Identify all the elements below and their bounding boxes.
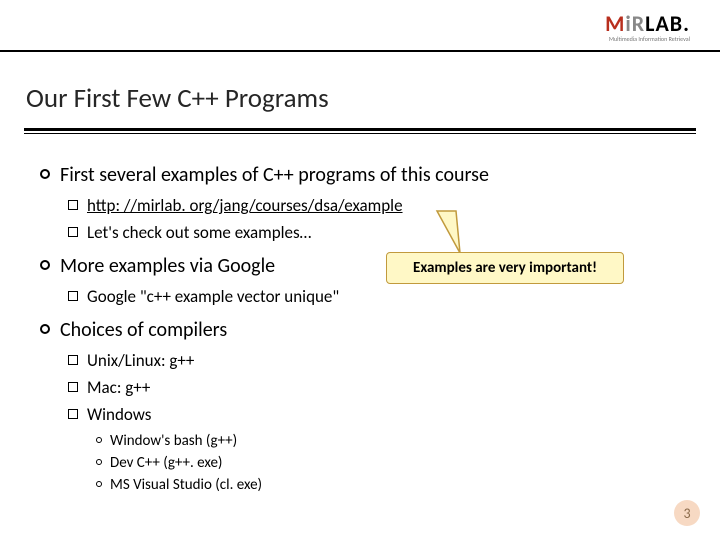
- bullet-text: Choices of compilers: [60, 317, 227, 344]
- subsub-text: Dev C++ (g++. exe): [110, 453, 223, 473]
- square-icon: [68, 409, 78, 419]
- square-icon: [68, 355, 78, 365]
- subbullet-google-query: Google "c++ example vector unique": [68, 286, 690, 309]
- subbullet-example-link: http: //mirlab. org/jang/courses/dsa/exa…: [68, 195, 690, 218]
- subsub-windows-bash: Window's bash (g++): [96, 431, 690, 451]
- example-url-link[interactable]: http: //mirlab. org/jang/courses/dsa/exa…: [87, 195, 403, 218]
- square-icon: [68, 200, 78, 210]
- bullet-icon: [40, 169, 50, 179]
- bullet-text: First several examples of C++ programs o…: [60, 162, 489, 189]
- square-icon: [68, 291, 78, 301]
- subbullet-text: Mac: g++: [87, 377, 150, 400]
- dot-icon: [96, 481, 102, 487]
- logo-subtitle: Multimedia Information Retrieval: [605, 35, 690, 43]
- bullet-first-examples: First several examples of C++ programs o…: [40, 162, 690, 189]
- subbullet-windows: Windows: [68, 404, 690, 427]
- logo-lab: LAB.: [645, 10, 690, 37]
- logo-letter-m: M: [605, 10, 625, 37]
- subbullet-text: Google "c++ example vector unique": [87, 286, 339, 309]
- mir-lab-logo: MiRLAB. Multimedia Information Retrieval: [605, 10, 690, 43]
- subsub-msvs: MS Visual Studio (cl. exe): [96, 475, 690, 495]
- subbullet-mac: Mac: g++: [68, 377, 690, 400]
- subbullet-text: Windows: [87, 404, 151, 427]
- bullet-icon: [40, 324, 50, 334]
- subbullet-text: Unix/Linux: g++: [87, 350, 194, 373]
- bullet-compilers: Choices of compilers: [40, 317, 690, 344]
- dot-icon: [96, 437, 102, 443]
- subsub-devcpp: Dev C++ (g++. exe): [96, 453, 690, 473]
- subbullet-unix: Unix/Linux: g++: [68, 350, 690, 373]
- square-icon: [68, 227, 78, 237]
- bullet-text: More examples via Google: [60, 253, 275, 280]
- callout-emphasis: Examples are very important!: [386, 252, 624, 284]
- slide-body: First several examples of C++ programs o…: [40, 162, 690, 497]
- slide-title: Our First Few C++ Programs: [26, 82, 329, 115]
- header-bar: MiRLAB. Multimedia Information Retrieval: [0, 12, 720, 52]
- title-rule-thick: [24, 128, 696, 131]
- bullet-icon: [40, 260, 50, 270]
- subbullet-check-out: Let's check out some examples…: [68, 222, 690, 245]
- page-number-badge: 3: [674, 500, 700, 526]
- subsub-text: MS Visual Studio (cl. exe): [110, 475, 262, 495]
- logo-letter-r: R: [632, 10, 645, 37]
- subbullet-text: Let's check out some examples…: [87, 222, 311, 245]
- title-rule-thin: [24, 133, 696, 134]
- subsub-text: Window's bash (g++): [110, 431, 237, 451]
- square-icon: [68, 382, 78, 392]
- dot-icon: [96, 459, 102, 465]
